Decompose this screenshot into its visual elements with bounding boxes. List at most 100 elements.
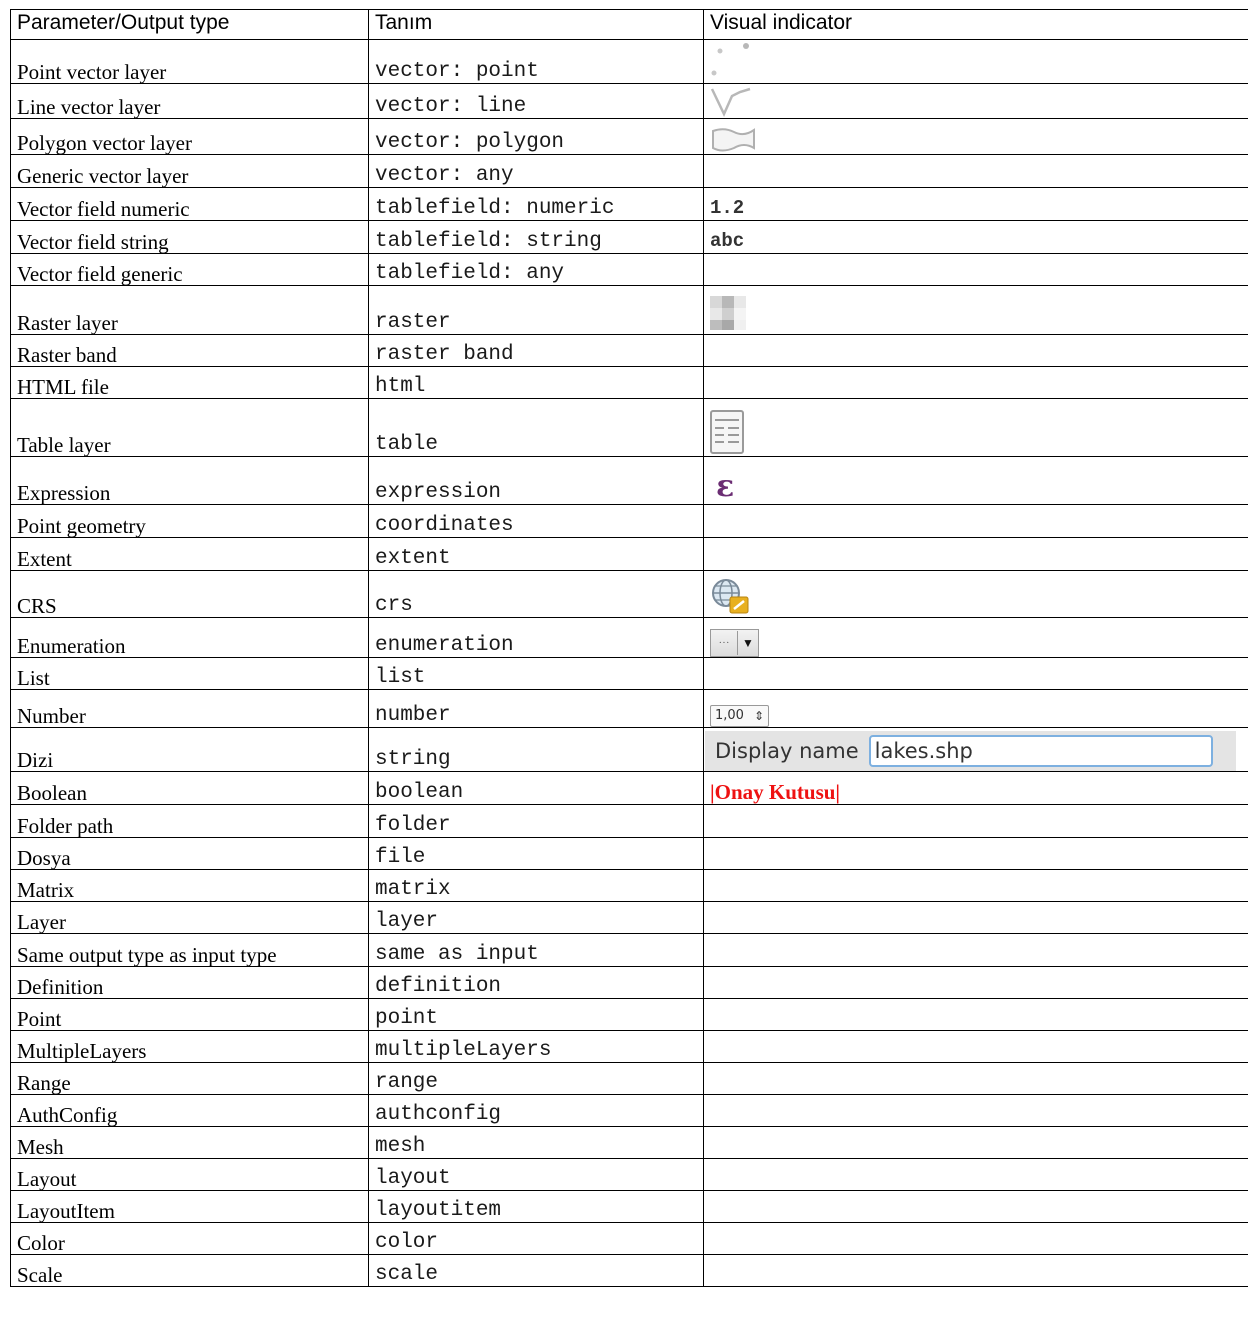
param-name: Range [10, 1062, 369, 1095]
table-row: Raster layer raster [10, 285, 1248, 335]
table-row: Boolean boolean |Onay Kutusu| [10, 771, 1248, 805]
param-code: coordinates [368, 504, 704, 538]
table-row: MultipleLayers multipleLayers [10, 1030, 1248, 1063]
param-name: Expression [10, 456, 369, 505]
spinbox-value: 1,00 [715, 708, 744, 723]
dropdown-arrow-icon: ▼ [742, 636, 754, 650]
param-name: CRS [10, 570, 369, 618]
param-name: Matrix [10, 869, 369, 902]
param-name: Number [10, 689, 369, 728]
visual-indicator-cell [703, 398, 1248, 457]
number-spinbox: 1,00 ⇕ [710, 705, 770, 727]
visual-indicator-cell: ε [703, 456, 1248, 505]
visual-indicator-cell [703, 1158, 1248, 1191]
visual-indicator-cell [703, 869, 1248, 902]
param-name: Table layer [10, 398, 369, 457]
checkbox-substitution-error: |Onay Kutusu| [710, 780, 841, 804]
param-name: Enumeration [10, 617, 369, 658]
visual-indicator-cell: 1,00 ⇕ [703, 689, 1248, 728]
visual-indicator-cell [703, 966, 1248, 999]
param-name: List [10, 657, 369, 690]
table-row: Dizi string Display name lakes.shp [10, 727, 1248, 772]
param-code: definition [368, 966, 704, 999]
param-name: Vector field numeric [10, 187, 369, 221]
table-row: Scale scale [10, 1254, 1248, 1287]
visual-indicator-cell [703, 837, 1248, 870]
param-code: matrix [368, 869, 704, 902]
param-code: list [368, 657, 704, 690]
table-row: Folder path folder [10, 804, 1248, 838]
param-name: Point vector layer [10, 39, 369, 84]
header-parameter-type: Parameter/Output type [10, 9, 369, 40]
table-row: LayoutItem layoutitem [10, 1190, 1248, 1223]
param-name: Folder path [10, 804, 369, 838]
table-row: Point vector layer vector: point [10, 39, 1248, 84]
visual-indicator-cell [703, 1126, 1248, 1159]
polygon-vector-icon [712, 128, 755, 152]
param-name: LayoutItem [10, 1190, 369, 1223]
header-visual-indicator: Visual indicator [703, 9, 1248, 40]
visual-indicator-cell [703, 285, 1248, 335]
table-row: Generic vector layer vector: any [10, 154, 1248, 188]
visual-indicator-cell [703, 253, 1248, 286]
table-row: Dosya file [10, 837, 1248, 870]
param-code: expression [368, 456, 704, 505]
param-code: point [368, 998, 704, 1031]
table-row: Range range [10, 1062, 1248, 1095]
param-code: raster band [368, 334, 704, 367]
param-code: mesh [368, 1126, 704, 1159]
table-row: CRS crs [10, 570, 1248, 618]
visual-indicator-cell [703, 83, 1248, 119]
table-row: Number number 1,00 ⇕ [10, 689, 1248, 728]
visual-indicator-cell: |Onay Kutusu| [703, 771, 1248, 805]
visual-indicator-cell [703, 933, 1248, 967]
param-code: string [368, 727, 704, 772]
param-code: color [368, 1222, 704, 1255]
param-name: Scale [10, 1254, 369, 1287]
param-name: Definition [10, 966, 369, 999]
param-code: range [368, 1062, 704, 1095]
table-row: Expression expression ε [10, 456, 1248, 505]
table-row: AuthConfig authconfig [10, 1094, 1248, 1127]
param-name: Extent [10, 537, 369, 571]
param-code: table [368, 398, 704, 457]
param-name: AuthConfig [10, 1094, 369, 1127]
param-code: tablefield: numeric [368, 187, 704, 221]
param-code: layoutitem [368, 1190, 704, 1223]
visual-indicator-cell [703, 118, 1248, 155]
ellipsis-icon: ··· [711, 631, 738, 655]
table-row: Raster band raster band [10, 334, 1248, 367]
line-vector-icon [710, 87, 751, 117]
param-name: Dosya [10, 837, 369, 870]
point-vector-icon [711, 43, 749, 76]
table-row: HTML file html [10, 366, 1248, 399]
visual-indicator-cell [703, 657, 1248, 690]
visual-indicator-cell: 1.2 [703, 187, 1248, 221]
visual-indicator-cell [703, 334, 1248, 367]
enumeration-combo-icon: ··· ▼ [710, 629, 759, 657]
param-code: layout [368, 1158, 704, 1191]
table-row: Layout layout [10, 1158, 1248, 1191]
display-name-widget: Display name lakes.shp [705, 731, 1236, 771]
visual-indicator-cell: ··· ▼ [703, 617, 1248, 658]
table-row: Vector field numeric tablefield: numeric… [10, 187, 1248, 221]
expression-epsilon-icon: ε [716, 470, 734, 504]
parameter-types-table: Parameter/Output type Tanım Visual indic… [10, 9, 1248, 1287]
param-name: Raster layer [10, 285, 369, 335]
param-code: vector: polygon [368, 118, 704, 155]
table-row: Vector field generic tablefield: any [10, 253, 1248, 286]
param-code: crs [368, 570, 704, 618]
param-code: same as input [368, 933, 704, 967]
header-definition: Tanım [368, 9, 704, 40]
param-name: Layout [10, 1158, 369, 1191]
table-row: Table layer table [10, 398, 1248, 457]
visual-indicator-cell [703, 1094, 1248, 1127]
numeric-field-indicator: 1.2 [710, 197, 745, 219]
table-row: Color color [10, 1222, 1248, 1255]
visual-indicator-cell [703, 537, 1248, 571]
param-name: Point geometry [10, 504, 369, 538]
param-code: file [368, 837, 704, 870]
visual-indicator-cell [703, 1222, 1248, 1255]
param-name: MultipleLayers [10, 1030, 369, 1063]
visual-indicator-cell: Display name lakes.shp [703, 727, 1248, 772]
